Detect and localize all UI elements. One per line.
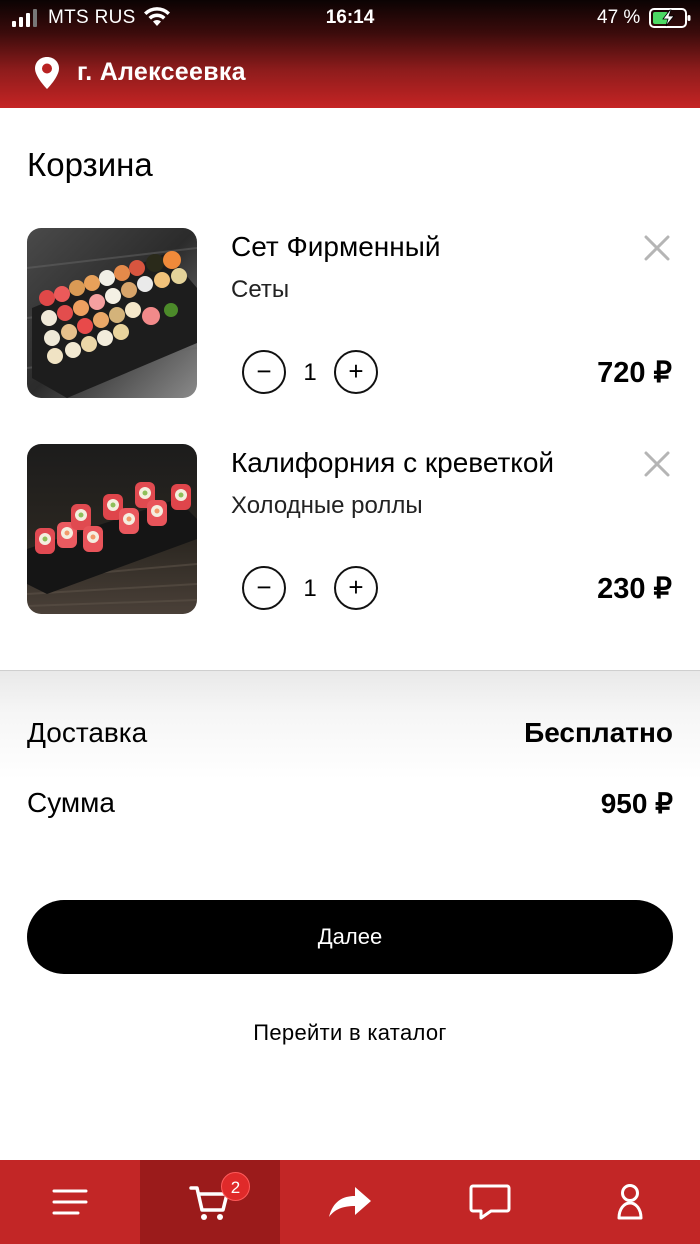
tab-menu[interactable] [0,1160,140,1244]
next-button[interactable]: Далее [27,900,673,974]
increase-quantity-button[interactable]: + [334,566,378,610]
tab-share[interactable] [280,1160,420,1244]
increase-quantity-button[interactable]: + [334,350,378,394]
share-icon [329,1187,371,1217]
quantity-value: 1 [303,575,317,602]
quantity-value: 1 [303,359,317,386]
california-roll-image [27,444,197,614]
sushi-set-image [27,228,197,398]
item-category: Холодные роллы [231,492,423,519]
city-selector[interactable]: г. Алексеевка [77,58,246,87]
item-name[interactable]: Калифорния с креветкой [231,447,554,479]
location-pin-icon[interactable] [34,56,60,90]
delivery-label: Доставка [27,717,148,748]
cart-item: Сет Фирменный Сеты − 1 + 720 ₽ [0,228,700,403]
status-time: 16:14 [325,7,375,28]
item-price: 230 ₽ [597,573,672,605]
bottom-tab-bar: 2 [0,1160,700,1244]
app-header: MTS RUS 16:14 47 % г. Алексеевка [0,0,700,108]
total-label: Сумма [27,787,115,818]
item-price: 720 ₽ [597,357,672,389]
tab-profile[interactable] [560,1160,700,1244]
tab-chat[interactable] [420,1160,560,1244]
close-icon[interactable] [641,232,673,264]
decrease-quantity-button[interactable]: − [242,566,286,610]
cart-item: Калифорния с креветкой Холодные роллы − … [0,444,700,619]
battery-percentage: 47 % [597,7,641,28]
decrease-quantity-button[interactable]: − [242,350,286,394]
item-category: Сеты [231,276,290,303]
chat-icon [469,1184,511,1220]
menu-icon [52,1189,88,1215]
close-icon[interactable] [641,448,673,480]
status-bar: MTS RUS 16:14 47 % [0,0,700,36]
battery-charging-icon [649,8,691,28]
total-value: 950 ₽ [600,788,673,819]
page-title: Корзина [27,146,153,183]
tab-cart[interactable]: 2 [140,1160,280,1244]
item-name[interactable]: Сет Фирменный [231,231,440,263]
go-to-catalog-link[interactable]: Перейти в каталог [0,1020,700,1046]
cart-count-badge: 2 [221,1172,250,1201]
delivery-value: Бесплатно [524,717,673,748]
profile-icon [617,1184,643,1220]
